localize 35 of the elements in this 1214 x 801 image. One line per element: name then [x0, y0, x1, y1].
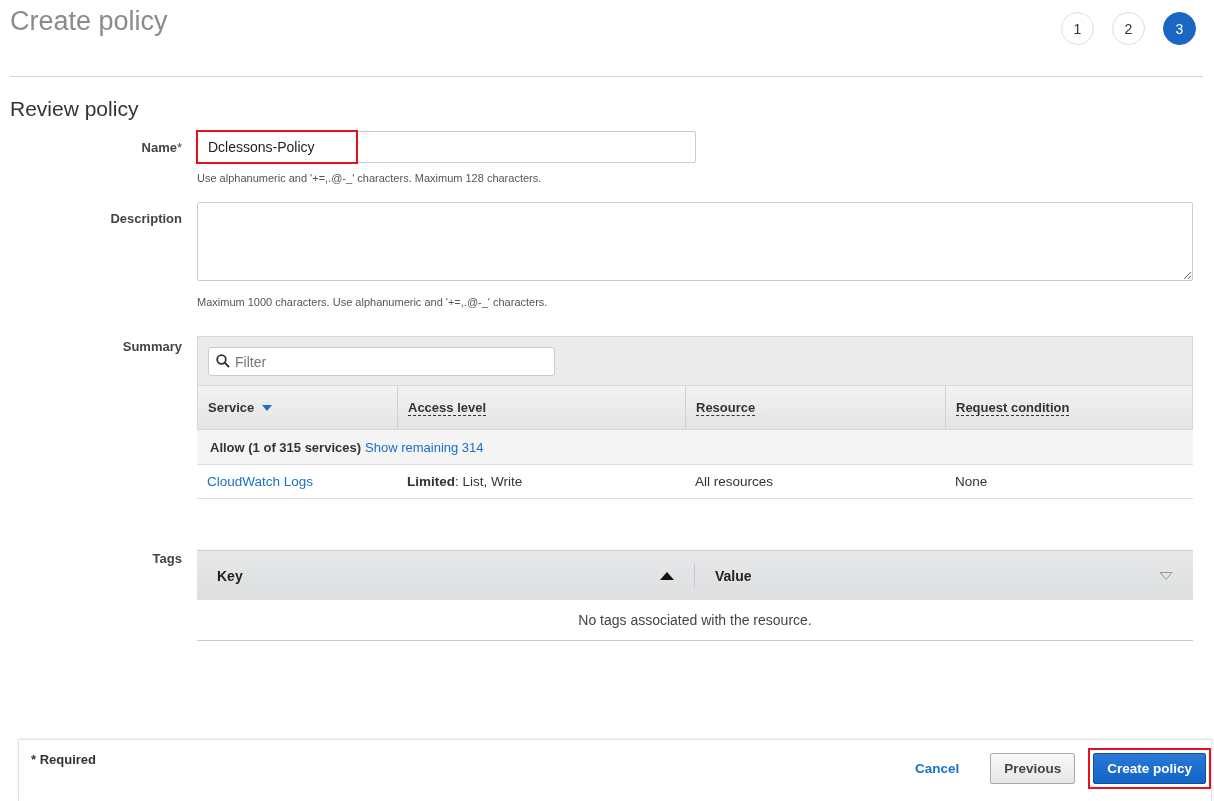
column-header[interactable]: Value — [715, 567, 752, 584]
step-indicator: 3 — [1163, 12, 1196, 45]
table-cell: Limited: List, Write — [407, 474, 523, 489]
column-header[interactable]: Access level — [408, 399, 487, 416]
sort-up-icon[interactable] — [660, 571, 674, 580]
search-icon — [216, 354, 230, 368]
footer-button[interactable]: Create policy — [1093, 753, 1206, 784]
column-header[interactable]: Resource — [696, 399, 756, 416]
step-indicator: 2 — [1112, 12, 1145, 45]
footer-button[interactable]: Previous — [990, 753, 1076, 784]
field-label: Tags — [152, 551, 182, 566]
page-title: Create policy — [10, 6, 168, 37]
column-header[interactable]: Request condition — [956, 399, 1070, 416]
field-label: Description — [110, 211, 182, 226]
field-label: Summary — [122, 339, 182, 354]
sort-down-icon[interactable] — [1159, 571, 1173, 580]
table-cell: None — [955, 474, 988, 489]
footer-button[interactable]: Cancel — [901, 753, 973, 784]
description-input-field[interactable] — [197, 202, 1193, 281]
required-note: * Required — [31, 752, 96, 767]
step-indicator: 1 — [1061, 12, 1094, 45]
column-header[interactable]: Key — [217, 567, 243, 584]
field-hint: Maximum 1000 characters. Use alphanumeric and '+=,.@-_' characters. — [197, 296, 549, 308]
field-hint: Use alphanumeric and '+=,.@-_' characters. Maximum 128 characters. — [197, 172, 543, 184]
field-label: Name* — [141, 140, 182, 155]
name-input-field[interactable]: Dclessons-Policy — [197, 131, 696, 163]
section-title: Review policy — [10, 97, 140, 121]
column-header[interactable]: Service — [208, 400, 255, 415]
group-label: Allow (1 of 315 services) — [210, 439, 361, 455]
table-cell: All resources — [695, 474, 774, 489]
empty-message: No tags associated with the resource. — [578, 612, 812, 628]
show-remaining-link[interactable]: Show remaining 314 — [365, 439, 484, 455]
filter-field[interactable]: Filter — [208, 347, 555, 376]
service-link[interactable]: CloudWatch Logs — [207, 474, 314, 489]
sort-caret-icon[interactable] — [262, 404, 273, 411]
